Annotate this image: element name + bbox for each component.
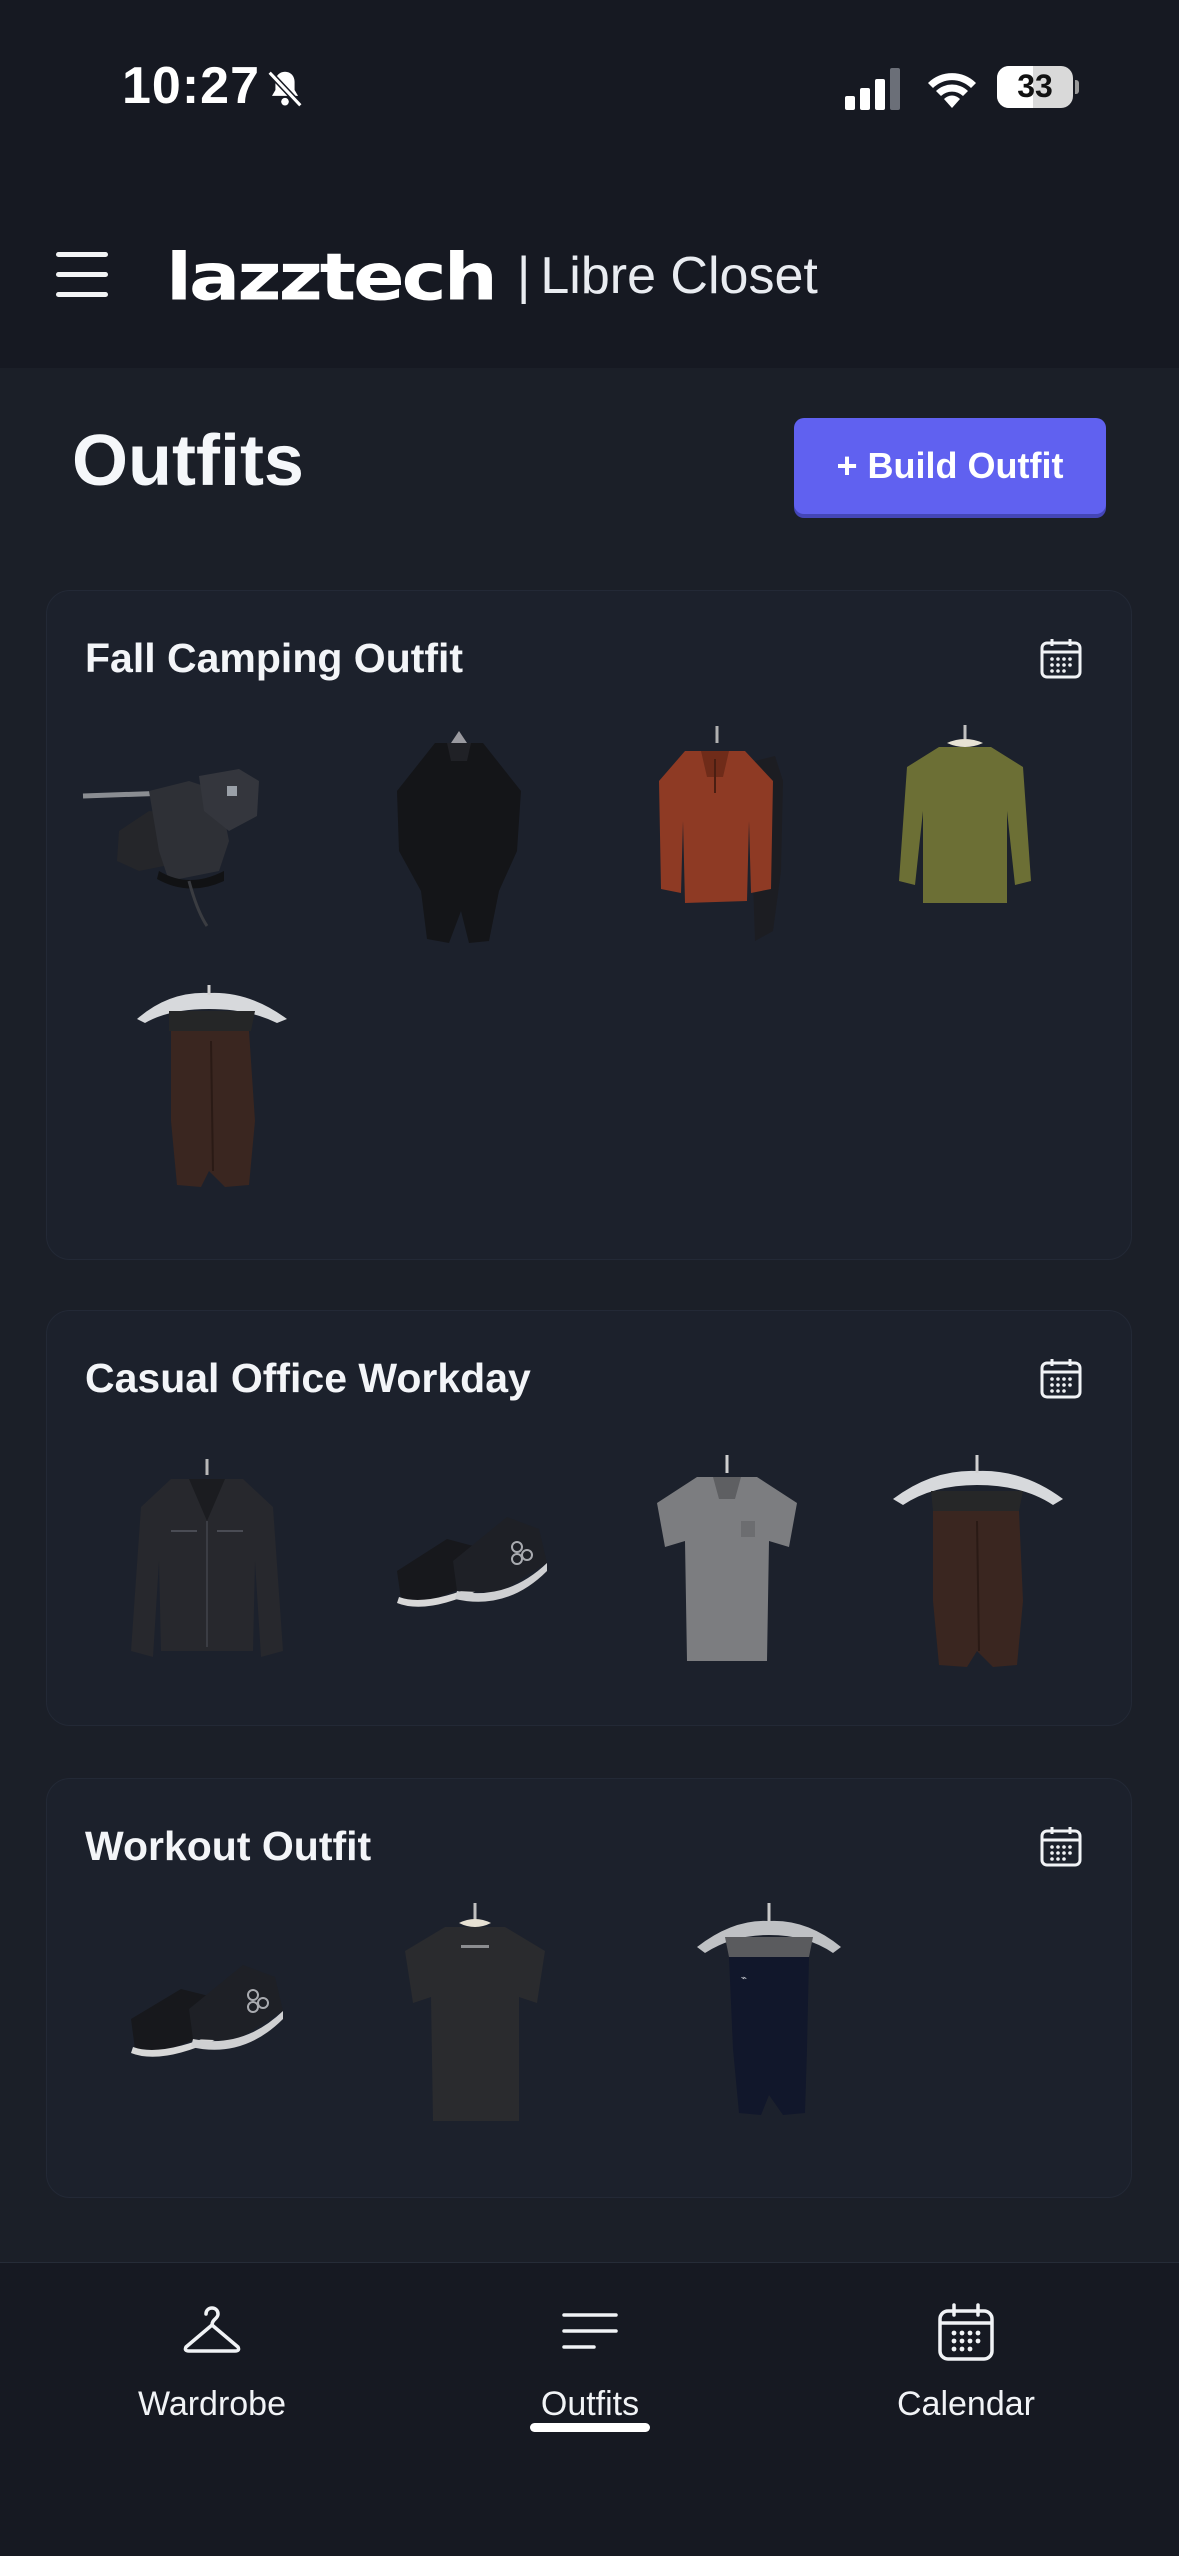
logo-separator: | <box>516 247 531 305</box>
bell-slash-icon <box>267 70 303 108</box>
calendar-icon[interactable] <box>1039 1357 1083 1401</box>
outfit-title: Workout Outfit <box>85 1823 372 1869</box>
nav-label: Calendar <box>897 2385 1035 2423</box>
outfit-item-image[interactable] <box>605 721 825 961</box>
build-outfit-button[interactable]: + Build Outfit <box>794 418 1106 514</box>
nav-label: Wardrobe <box>137 2385 287 2423</box>
outfit-item-image[interactable] <box>873 1451 1093 1691</box>
hamburger-menu-icon[interactable] <box>52 250 114 300</box>
outfit-item-image[interactable] <box>357 1451 577 1691</box>
outfit-item-image[interactable] <box>365 1899 585 2139</box>
hanger-icon <box>183 2306 241 2353</box>
active-tab-indicator <box>530 2423 650 2432</box>
wifi-icon <box>928 73 976 108</box>
nav-item-outfits[interactable]: Outfits <box>440 2303 740 2483</box>
nav-label: Outfits <box>540 2385 640 2423</box>
page-title: Outfits <box>72 421 304 501</box>
outfit-card[interactable]: Fall Camping Outfit <box>46 590 1132 1260</box>
app-logo[interactable]: lazztech | Libre Closet <box>166 236 818 316</box>
app-screen: 10:27 33 lazztech | Libre Closet Outfits… <box>0 0 1179 2556</box>
outfit-item-image[interactable]: ⌁ <box>657 1899 877 2139</box>
outfit-item-image[interactable] <box>111 1899 331 2139</box>
nav-item-calendar[interactable]: Calendar <box>816 2303 1116 2483</box>
calendar-icon[interactable] <box>1039 637 1083 681</box>
nav-item-wardrobe[interactable]: Wardrobe <box>62 2303 362 2483</box>
list-lines-icon <box>562 2313 618 2349</box>
cellular-signal-icon <box>845 68 900 110</box>
battery-level: 33 <box>1017 68 1053 104</box>
svg-text:⌁: ⌁ <box>741 1973 747 1984</box>
outfit-title: Casual Office Workday <box>85 1355 531 1401</box>
battery-icon: 33 <box>997 66 1079 108</box>
outfit-title: Fall Camping Outfit <box>85 635 464 681</box>
status-bar: 10:27 33 <box>0 0 1179 170</box>
outfit-card[interactable]: Casual Office Workday <box>46 1310 1132 1726</box>
app-header: lazztech | Libre Closet <box>0 200 1179 350</box>
logo-wordmark: lazztech <box>166 237 498 315</box>
outfit-item-image[interactable] <box>109 971 329 1211</box>
outfit-item-image[interactable] <box>617 1451 837 1691</box>
calendar-icon[interactable] <box>1039 1825 1083 1869</box>
outfit-item-image[interactable] <box>349 721 569 961</box>
page-title-row: Outfits + Build Outfit <box>0 368 1179 568</box>
calendar-icon <box>938 2303 994 2361</box>
outfit-item-image[interactable] <box>79 721 299 961</box>
bottom-navigation: Wardrobe Outfits Calendar <box>0 2262 1179 2556</box>
outfit-card[interactable]: Workout Outfit ⌁ <box>46 1778 1132 2198</box>
outfit-item-image[interactable] <box>855 721 1075 961</box>
outfit-item-image[interactable] <box>97 1451 317 1691</box>
status-time: 10:27 <box>122 57 260 115</box>
app-name: Libre Closet <box>540 247 818 305</box>
